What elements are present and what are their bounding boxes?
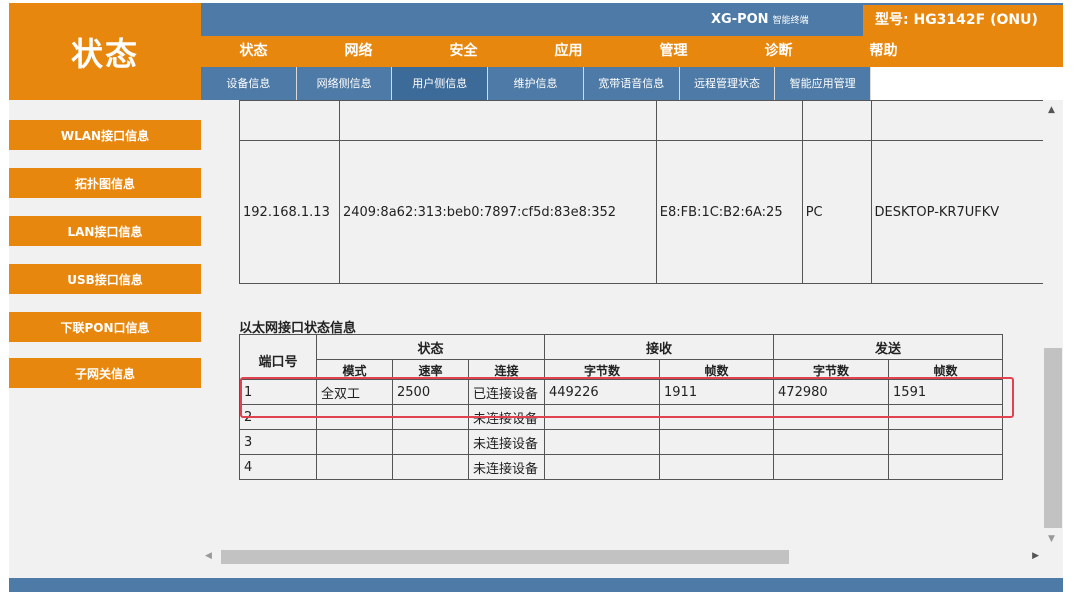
port-rate [392, 429, 469, 455]
col-header-link: 连接 [467, 359, 546, 380]
menu-item-status[interactable]: 状态 [201, 36, 306, 67]
table-row: 192.168.1.13 2409:8a62:313:beb0:7897:cf5… [239, 140, 1059, 284]
port-rate [392, 404, 469, 430]
model-label: 型号: HG3142F (ONU) [863, 5, 1063, 36]
tab-maintenance-info[interactable]: 维护信息 [488, 67, 584, 100]
scroll-left-icon[interactable]: ◀ [205, 551, 212, 561]
port-tx-frames [888, 404, 1004, 430]
port-link: 未连接设备 [467, 404, 546, 430]
footer-bar [9, 578, 1063, 592]
port-rx-frames [659, 429, 775, 455]
tab-network-side-info[interactable]: 网络侧信息 [296, 67, 393, 100]
col-header-status: 状态 [315, 334, 546, 360]
table-row [239, 100, 1059, 141]
page-section-title: 状态 [9, 3, 201, 100]
horizontal-scroll-thumb[interactable] [221, 550, 789, 564]
menu-item-application[interactable]: 应用 [516, 36, 621, 67]
port-mode [316, 429, 393, 455]
table-row: 4 未连接设备 [239, 454, 1004, 480]
port-rx-bytes [544, 404, 661, 430]
port-number: 3 [239, 429, 317, 455]
main-menu: 状态 网络 安全 应用 管理 诊断 帮助 [201, 36, 1063, 67]
port-number: 1 [239, 379, 317, 405]
header-bar: XG-PON 智能终端 型号: HG3142F (ONU) [201, 3, 1063, 36]
col-header-rate: 速率 [392, 359, 469, 380]
sidebar-item-lan[interactable]: LAN接口信息 [9, 216, 201, 246]
port-link: 已连接设备 [467, 379, 546, 405]
port-rate [392, 454, 469, 480]
sidebar-item-downlink-pon[interactable]: 下联PON口信息 [9, 312, 201, 342]
client-ipv4: 192.168.1.13 [239, 140, 340, 284]
connected-clients-table: 192.168.1.13 2409:8a62:313:beb0:7897:cf5… [239, 100, 1059, 284]
content-area: 192.168.1.13 2409:8a62:313:beb0:7897:cf5… [201, 100, 1063, 578]
router-admin-page: 状态 WLAN接口信息 拓扑图信息 LAN接口信息 USB接口信息 下联PON口… [0, 0, 1080, 599]
client-mac: E8:FB:1C:B2:6A:25 [655, 140, 803, 284]
scroll-down-icon[interactable]: ▼ [1048, 534, 1055, 544]
sidebar-item-sub-gateway[interactable]: 子网关信息 [9, 358, 201, 388]
port-number: 2 [239, 404, 317, 430]
sidebar-item-topology[interactable]: 拓扑图信息 [9, 168, 201, 198]
port-rx-bytes [544, 429, 661, 455]
col-header-mode: 模式 [316, 359, 393, 380]
product-subtitle: 智能终端 [772, 16, 809, 26]
col-header-port: 端口号 [239, 334, 317, 380]
col-header-rx-bytes: 字节数 [544, 359, 661, 380]
scroll-right-icon[interactable]: ▶ [1032, 551, 1039, 561]
tab-smart-app-management[interactable]: 智能应用管理 [775, 67, 872, 100]
sidebar: WLAN接口信息 拓扑图信息 LAN接口信息 USB接口信息 下联PON口信息 … [9, 100, 201, 578]
menu-item-security[interactable]: 安全 [411, 36, 516, 67]
menu-item-help[interactable]: 帮助 [831, 36, 936, 67]
port-mode [316, 454, 393, 480]
vertical-scrollbar[interactable]: ▲ ▼ [1043, 100, 1063, 547]
vertical-scroll-thumb[interactable] [1044, 348, 1062, 528]
col-header-tx-bytes: 字节数 [773, 359, 890, 380]
port-mode: 全双工 [316, 379, 393, 405]
table-row: 1 全双工 2500 已连接设备 449226 1911 472980 1591 [239, 379, 1004, 405]
ethernet-status-table: 端口号 状态 接收 发送 模式 速率 连接 字节数 帧数 字节数 帧数 1 全双… [239, 334, 1004, 480]
port-tx-frames: 1591 [888, 379, 1004, 405]
tab-remote-management-status[interactable]: 远程管理状态 [679, 67, 776, 100]
col-header-tx: 发送 [773, 334, 1004, 360]
client-type: PC [801, 140, 872, 284]
scroll-up-icon[interactable]: ▲ [1048, 105, 1055, 115]
product-name: XG-PON [711, 12, 769, 27]
client-ipv6: 2409:8a62:313:beb0:7897:cf5d:83e8:352 [338, 140, 657, 284]
horizontal-scrollbar[interactable]: ◀ ▶ [201, 547, 1043, 567]
port-number: 4 [239, 454, 317, 480]
port-mode [316, 404, 393, 430]
col-header-tx-frames: 帧数 [888, 359, 1004, 380]
sub-menu: 设备信息 网络侧信息 用户侧信息 维护信息 宽带语音信息 远程管理状态 智能应用… [201, 67, 872, 100]
port-rate: 2500 [392, 379, 469, 405]
port-tx-frames [888, 429, 1004, 455]
tab-user-side-info[interactable]: 用户侧信息 [392, 67, 489, 100]
menu-item-management[interactable]: 管理 [621, 36, 726, 67]
menu-item-diagnostics[interactable]: 诊断 [726, 36, 831, 67]
col-header-rx-frames: 帧数 [659, 359, 775, 380]
port-rx-bytes [544, 454, 661, 480]
port-rx-frames [659, 454, 775, 480]
port-tx-bytes [773, 429, 890, 455]
table-row: 3 未连接设备 [239, 429, 1004, 455]
port-tx-frames [888, 454, 1004, 480]
sidebar-item-usb[interactable]: USB接口信息 [9, 264, 201, 294]
table-row: 2 未连接设备 [239, 404, 1004, 430]
tab-device-info[interactable]: 设备信息 [201, 67, 297, 100]
tab-broadband-voice-info[interactable]: 宽带语音信息 [583, 67, 680, 100]
port-link: 未连接设备 [467, 454, 546, 480]
port-rx-frames [659, 404, 775, 430]
col-header-rx: 接收 [544, 334, 775, 360]
product-title: XG-PON 智能终端 [711, 3, 809, 36]
port-link: 未连接设备 [467, 429, 546, 455]
port-rx-bytes: 449226 [544, 379, 661, 405]
port-tx-bytes: 472980 [773, 379, 890, 405]
menu-item-network[interactable]: 网络 [306, 36, 411, 67]
client-hostname: DESKTOP-KR7UFKV [870, 140, 1059, 284]
port-tx-bytes [773, 404, 890, 430]
port-tx-bytes [773, 454, 890, 480]
sidebar-item-wlan[interactable]: WLAN接口信息 [9, 120, 201, 150]
port-rx-frames: 1911 [659, 379, 775, 405]
